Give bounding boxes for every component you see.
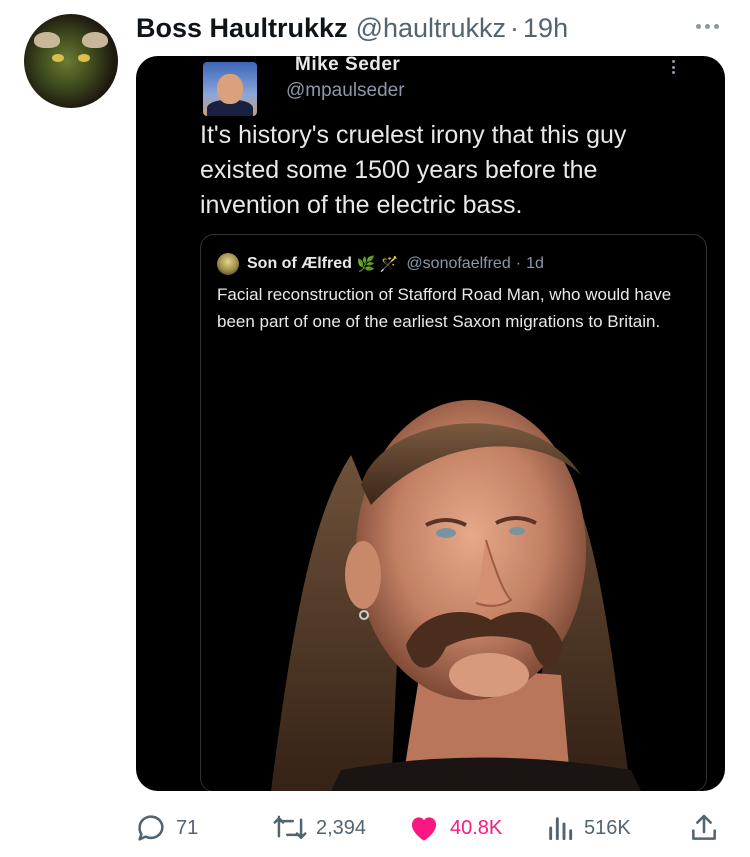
share-icon bbox=[692, 814, 716, 840]
quoted-author-name: Son of Ælfred bbox=[247, 255, 352, 272]
facial-reconstruction-photo bbox=[201, 375, 706, 791]
views-button[interactable]: 516K bbox=[544, 810, 631, 846]
tweet-actions: 71 2,394 40.8K 516K bbox=[0, 810, 750, 846]
header-separator: · bbox=[510, 12, 520, 43]
more-options-icon[interactable] bbox=[690, 14, 724, 38]
avatar-eye-left bbox=[52, 54, 64, 62]
reconstruction-illustration bbox=[271, 400, 641, 791]
avatar-horn-left bbox=[34, 32, 60, 48]
avatar-horn-right bbox=[82, 32, 108, 48]
quoted-time: 1d bbox=[526, 255, 544, 272]
reply-icon bbox=[138, 815, 164, 841]
embedded-author-name: Mike Seder bbox=[295, 56, 401, 75]
tweet-header: Boss Haultrukkz @haultrukkz · 19h bbox=[136, 8, 568, 48]
like-count: 40.8K bbox=[450, 816, 503, 839]
avatar-eye-right bbox=[78, 54, 90, 62]
embedded-menu-icon bbox=[672, 60, 676, 74]
author-name[interactable]: Boss Haultrukkz bbox=[136, 13, 348, 44]
author-handle[interactable]: @haultrukkz bbox=[356, 13, 506, 44]
heart-icon bbox=[411, 817, 437, 841]
quoted-tweet-text: Facial reconstruction of Stafford Road M… bbox=[217, 285, 672, 331]
quoted-separator: · bbox=[515, 255, 522, 272]
retweet-count: 2,394 bbox=[316, 816, 367, 839]
retweet-icon bbox=[273, 815, 307, 839]
reply-button[interactable]: 71 bbox=[134, 810, 198, 846]
embedded-tweet-text: It's history's cruelest irony that this … bbox=[200, 121, 627, 219]
author-avatar[interactable] bbox=[24, 14, 118, 108]
embedded-author-handle: @mpaulseder bbox=[286, 80, 405, 101]
share-button[interactable] bbox=[688, 810, 720, 846]
quoted-tweet: Son of Ælfred 🌿 🪄 @sonofaelfred · 1d Fac… bbox=[200, 234, 707, 791]
tweet-media-card[interactable]: Mike Seder @mpaulseder It's history's cr… bbox=[136, 56, 725, 791]
views-icon bbox=[549, 817, 573, 841]
views-count: 516K bbox=[584, 816, 631, 839]
retweet-button[interactable]: 2,394 bbox=[272, 810, 366, 846]
quoted-author-avatar bbox=[217, 253, 239, 275]
quoted-tweet-header: Son of Ælfred 🌿 🪄 @sonofaelfred · 1d bbox=[217, 252, 544, 276]
tweet-time[interactable]: 19h bbox=[523, 13, 568, 44]
like-button[interactable]: 40.8K bbox=[406, 810, 502, 846]
quoted-author-handle: @sonofaelfred bbox=[406, 255, 511, 272]
quoted-author-emoji: 🌿 🪄 bbox=[356, 256, 399, 273]
reply-count: 71 bbox=[176, 816, 199, 839]
embedded-author-avatar bbox=[203, 62, 257, 116]
